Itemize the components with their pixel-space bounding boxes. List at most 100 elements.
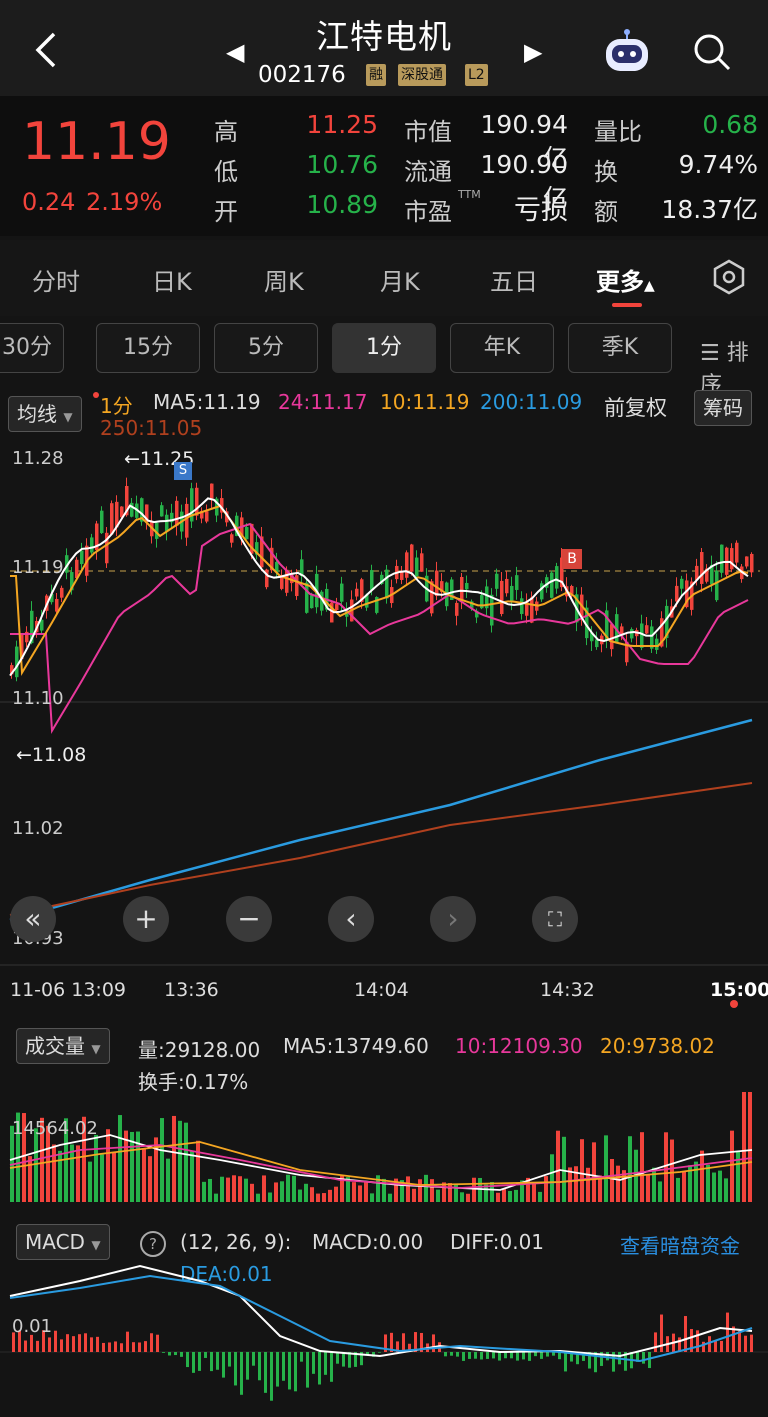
- volume-bar: [658, 1181, 662, 1202]
- zoom-out-icon[interactable]: −: [226, 896, 272, 942]
- volume-bar: [76, 1145, 80, 1202]
- subtab-15m[interactable]: 15分: [96, 323, 200, 373]
- search-icon[interactable]: [692, 32, 732, 72]
- dropdown-icon: ▼: [91, 1238, 101, 1252]
- subtab-30m[interactable]: 30分: [0, 323, 64, 373]
- macd-bar: [96, 1336, 99, 1352]
- sell-signal-badge[interactable]: S: [174, 462, 192, 480]
- settings-hex-icon[interactable]: [710, 258, 748, 296]
- caret-up-icon: ▲: [644, 278, 655, 294]
- macd-bar: [108, 1342, 111, 1352]
- volume-bar: [196, 1140, 200, 1202]
- x-tick-3: 14:04: [354, 979, 409, 1001]
- macd-bar: [528, 1352, 531, 1361]
- macd-chart[interactable]: [0, 1256, 768, 1406]
- volume-bar: [310, 1187, 314, 1202]
- subtab-quarter[interactable]: 季K: [568, 323, 672, 373]
- candle-body: [515, 575, 519, 590]
- candle-body: [715, 570, 719, 601]
- macd-bar: [546, 1352, 549, 1357]
- current-time-dot: [730, 1000, 738, 1008]
- tab-five-day[interactable]: 五日: [490, 262, 538, 297]
- subtab-1m[interactable]: 1分: [332, 323, 436, 373]
- next-stock-icon[interactable]: ▶: [524, 38, 542, 66]
- macd-bar: [648, 1352, 651, 1369]
- volume-bar: [208, 1178, 212, 1202]
- candlestick-chart[interactable]: [0, 440, 768, 980]
- tab-monthly[interactable]: 月K: [380, 262, 420, 297]
- macd-bar: [534, 1352, 537, 1357]
- macd-bar: [60, 1339, 63, 1352]
- macd-bar: [402, 1333, 405, 1352]
- zoom-in-icon[interactable]: +: [123, 896, 169, 942]
- candle-body: [245, 527, 249, 540]
- volume-bar: [370, 1193, 374, 1202]
- volume-bar: [448, 1183, 452, 1202]
- ma250-line: [9, 782, 753, 916]
- volume-chart[interactable]: [0, 1090, 768, 1204]
- candle-body: [185, 503, 189, 538]
- macd-bar: [702, 1341, 705, 1352]
- macd-bar: [288, 1352, 291, 1390]
- macd-bar: [36, 1340, 39, 1352]
- macd-bar: [48, 1337, 51, 1352]
- volume-bar: [676, 1177, 680, 1202]
- robot-assistant-icon[interactable]: [602, 28, 652, 74]
- volume-bar: [586, 1167, 590, 1202]
- macd-bar: [684, 1316, 687, 1352]
- candle-body: [415, 557, 419, 577]
- dark-pool-link[interactable]: 查看暗盘资金: [620, 1230, 740, 1259]
- tab-intraday[interactable]: 分时: [32, 262, 80, 297]
- volume-bar: [94, 1134, 98, 1202]
- candle-body: [680, 578, 684, 589]
- candle-body: [555, 566, 559, 589]
- adjust-toggle[interactable]: 前复权: [604, 392, 667, 422]
- volume-bar: [562, 1136, 566, 1202]
- collapse-left-icon[interactable]: «: [10, 896, 56, 942]
- candle-body: [640, 623, 644, 648]
- candle-body: [655, 638, 659, 650]
- ma-selector-label: 均线: [17, 402, 57, 426]
- value-pe: 亏损: [514, 195, 568, 226]
- candle-body: [230, 534, 234, 543]
- macd-bar: [714, 1340, 717, 1352]
- tab-more[interactable]: 更多▲: [596, 262, 655, 297]
- volume-bar: [250, 1183, 254, 1202]
- macd-bar: [540, 1352, 543, 1359]
- subtab-5m[interactable]: 5分: [214, 323, 318, 373]
- volume-indicator-selector[interactable]: 成交量 ▼: [16, 1028, 110, 1064]
- tab-weekly[interactable]: 周K: [264, 262, 304, 297]
- candle-body: [460, 576, 464, 601]
- value-open: 10.89: [306, 190, 378, 219]
- macd-bar: [318, 1352, 321, 1385]
- prev-stock-icon[interactable]: ◀: [226, 38, 244, 66]
- subtab-year[interactable]: 年K: [450, 323, 554, 373]
- volume-ma5: MA5:13749.60: [283, 1034, 429, 1058]
- buy-signal-badge[interactable]: B: [562, 549, 582, 569]
- ma-selector[interactable]: 均线 ▼: [8, 396, 82, 432]
- macd-bar: [300, 1352, 303, 1362]
- help-icon[interactable]: ?: [140, 1231, 166, 1257]
- volume-indicator-label: 成交量: [25, 1034, 85, 1058]
- candle-body: [420, 553, 424, 572]
- volume-bar: [538, 1191, 542, 1202]
- macd-bar: [264, 1352, 267, 1393]
- macd-params: (12, 26, 9):: [180, 1230, 292, 1254]
- tab-daily[interactable]: 日K: [152, 262, 192, 297]
- macd-bar: [144, 1341, 147, 1352]
- volume-bar: [226, 1177, 230, 1202]
- candle-body: [205, 511, 209, 522]
- macd-indicator-selector[interactable]: MACD ▼: [16, 1224, 110, 1260]
- volume-bar: [610, 1158, 614, 1202]
- y-tick-4: 11.02: [12, 818, 64, 839]
- macd-bar: [306, 1352, 309, 1388]
- fullscreen-icon[interactable]: ⛶: [532, 896, 578, 942]
- volume-bar: [670, 1139, 674, 1202]
- scroll-right-icon[interactable]: ›: [430, 896, 476, 942]
- volume-bar: [214, 1193, 218, 1202]
- scroll-left-icon[interactable]: ‹: [328, 896, 374, 942]
- candle-body: [675, 585, 679, 602]
- x-tick-end: 15:00: [710, 979, 768, 1001]
- chips-button[interactable]: 筹码: [694, 390, 752, 426]
- ma24-line: [10, 522, 749, 734]
